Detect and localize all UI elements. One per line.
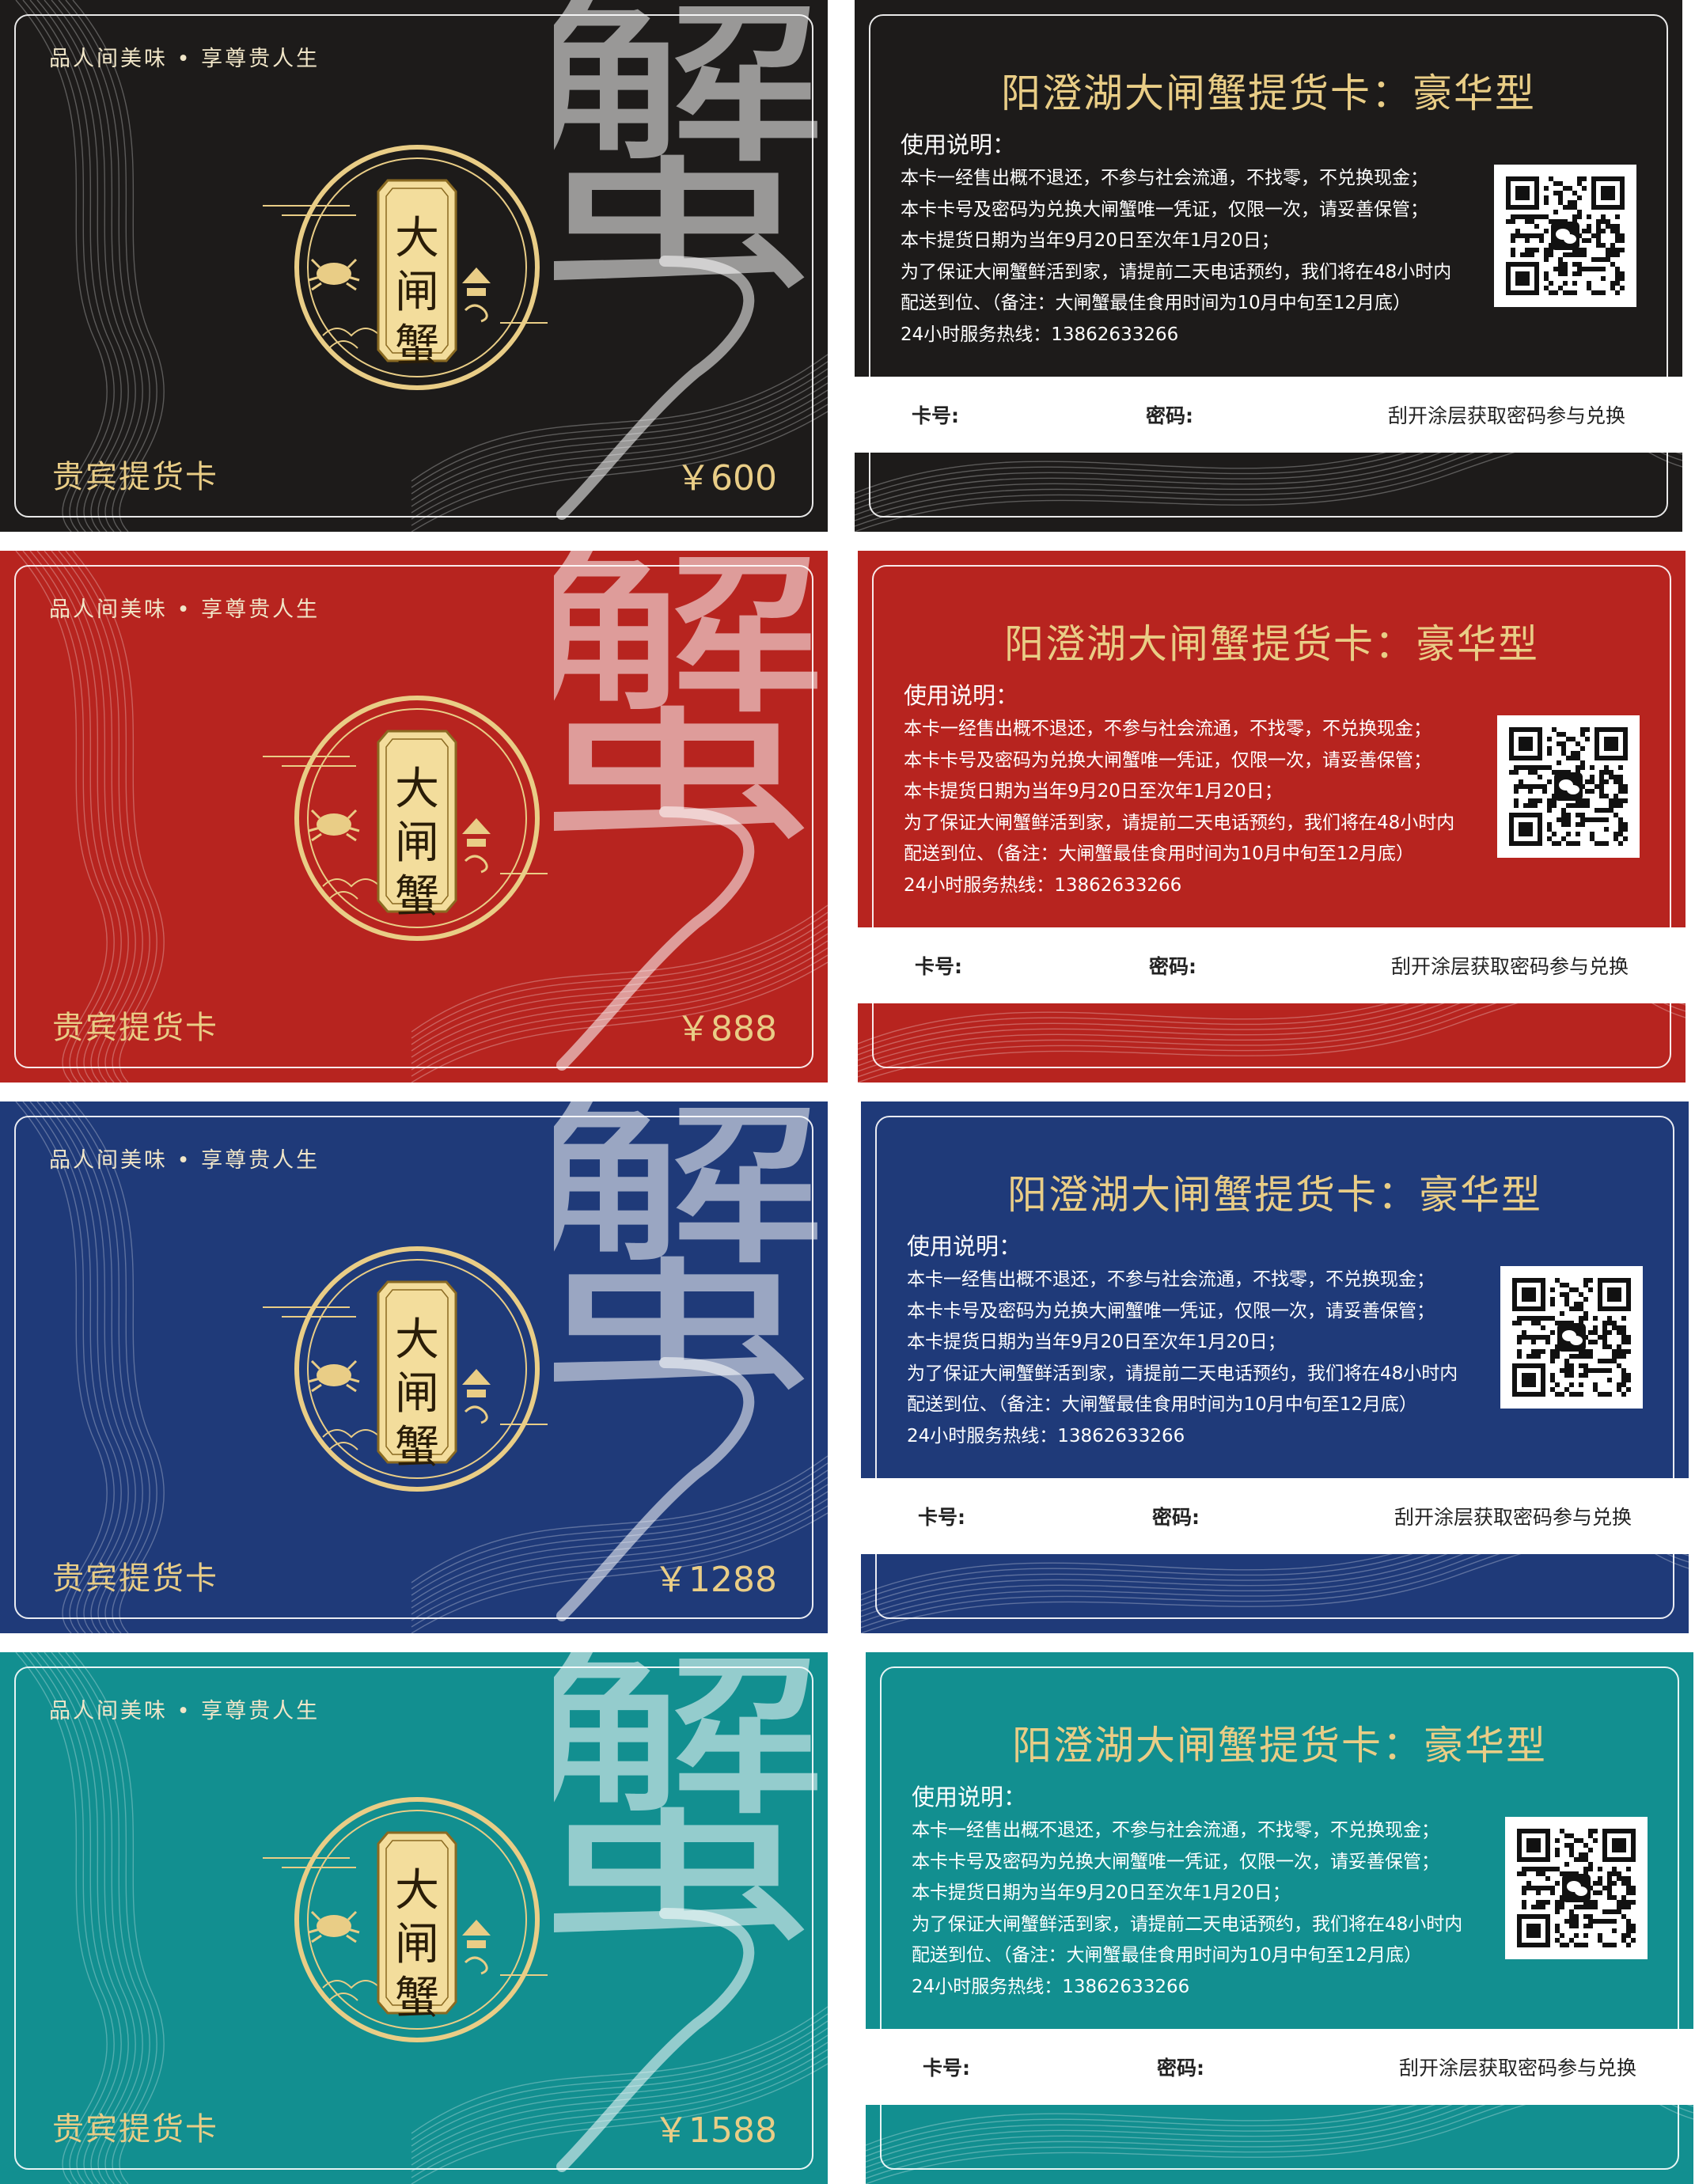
slogan: 品人间美味 • 享尊贵人生 [49, 1699, 320, 1723]
instruction-line: 24小时服务热线：13862633266 [907, 1425, 1185, 1447]
instructions-list: 本卡一经售出概不退还，不参与社会流通，不找零，不兑换现金； 本卡卡号及密码为兑换… [901, 163, 1451, 351]
instruction-line: 本卡一经售出概不退还，不参与社会流通，不找零，不兑换现金； [904, 719, 1431, 739]
back-title: 阳澄湖大闸蟹提货卡：豪华型 [1007, 1172, 1542, 1218]
instruction-line: 24小时服务热线：13862633266 [904, 874, 1182, 896]
svg-text:蟹: 蟹 [554, 1652, 828, 1989]
instructions-heading: 使用说明： [912, 1784, 1027, 1811]
password-label: 密码: [1149, 955, 1196, 978]
card-number-label: 卡号: [923, 2057, 970, 2080]
card-front-red: 品人间美味 • 享尊贵人生 大闸蟹 蟹 贵宾提货卡 ￥888 [0, 551, 828, 1083]
instruction-line: 为了保证大闸蟹鲜活到家，请提前二天电话预约，我们将在48小时内 [904, 812, 1455, 833]
emblem-character: 蟹 [395, 1973, 439, 2024]
card-row-black: 品人间美味 • 享尊贵人生 大闸蟹 蟹 贵宾提货卡 ￥600 阳澄湖大闸蟹提货卡… [0, 0, 1695, 532]
instruction-line: 本卡提货日期为当年9月20日至次年1月20日； [901, 230, 1280, 251]
instructions-list: 本卡一经售出概不退还，不参与社会流通，不找零，不兑换现金； 本卡卡号及密码为兑换… [912, 1815, 1462, 2003]
svg-text:蟹: 蟹 [554, 0, 828, 336]
card-number-label: 卡号: [912, 404, 959, 427]
instructions-heading: 使用说明： [907, 1233, 1022, 1260]
instruction-line: 配送到位、（备注：大闸蟹最佳食用时间为10月中旬至12月底） [912, 1945, 1423, 1966]
instruction-line: 本卡卡号及密码为兑换大闸蟹唯一凭证，仅限一次，请妥善保管； [912, 1851, 1439, 1872]
crab-emblem: 大闸蟹 [263, 141, 548, 402]
instruction-line: 本卡卡号及密码为兑换大闸蟹唯一凭证，仅限一次，请妥善保管； [901, 199, 1428, 220]
card-front-black: 品人间美味 • 享尊贵人生 大闸蟹 蟹 贵宾提货卡 ￥600 [0, 0, 828, 532]
instruction-line: 本卡提货日期为当年9月20日至次年1月20日； [907, 1332, 1286, 1352]
card-row-blue: 品人间美味 • 享尊贵人生 大闸蟹 蟹 贵宾提货卡 ￥1288 阳澄湖大闸蟹提货… [0, 1101, 1695, 1633]
crab-emblem: 大闸蟹 [263, 692, 548, 953]
instructions-list: 本卡一经售出概不退还，不参与社会流通，不找零，不兑换现金； 本卡卡号及密码为兑换… [904, 714, 1454, 901]
instructions-heading: 使用说明： [904, 682, 1019, 709]
card-price: ￥600 [676, 458, 777, 499]
card-label: 贵宾提货卡 [52, 2111, 218, 2148]
crab-emblem: 大闸蟹 [263, 1793, 548, 2054]
instruction-line: 本卡一经售出概不退还，不参与社会流通，不找零，不兑换现金； [912, 1820, 1439, 1841]
instruction-line: 配送到位、（备注：大闸蟹最佳食用时间为10月中旬至12月底） [904, 844, 1415, 864]
crab-emblem: 大闸蟹 [263, 1242, 548, 1503]
wechat-qr-code [1500, 1266, 1643, 1409]
card-number-label: 卡号: [915, 955, 962, 978]
scratch-hint: 刮开涂层获取密码参与兑换 [1387, 404, 1625, 427]
instruction-line: 24小时服务热线：13862633266 [912, 1976, 1190, 1997]
card-number-label: 卡号: [918, 1506, 965, 1529]
card-price: ￥1288 [654, 1560, 777, 1600]
wechat-qr-code [1505, 1817, 1648, 1959]
scratch-hint: 刮开涂层获取密码参与兑换 [1398, 2057, 1636, 2080]
wechat-qr-code [1494, 165, 1636, 307]
instruction-line: 本卡卡号及密码为兑换大闸蟹唯一凭证，仅限一次，请妥善保管； [904, 749, 1431, 771]
card-back-blue: 阳澄湖大闸蟹提货卡：豪华型 使用说明： 本卡一经售出概不退还，不参与社会流通，不… [861, 1101, 1689, 1633]
instruction-line: 本卡一经售出概不退还，不参与社会流通，不找零，不兑换现金； [901, 168, 1428, 188]
scratch-strip: 卡号: 密码: 刮开涂层获取密码参与兑换 [861, 1478, 1689, 1554]
instruction-line: 为了保证大闸蟹鲜活到家，请提前二天电话预约，我们将在48小时内 [901, 261, 1452, 282]
card-front-blue: 品人间美味 • 享尊贵人生 大闸蟹 蟹 贵宾提货卡 ￥1288 [0, 1101, 828, 1633]
slogan: 品人间美味 • 享尊贵人生 [49, 47, 320, 71]
scratch-strip: 卡号: 密码: 刮开涂层获取密码参与兑换 [866, 2029, 1693, 2105]
scratch-strip: 卡号: 密码: 刮开涂层获取密码参与兑换 [855, 377, 1682, 453]
card-back-black: 阳澄湖大闸蟹提货卡：豪华型 使用说明： 本卡一经售出概不退还，不参与社会流通，不… [855, 0, 1682, 532]
scratch-hint: 刮开涂层获取密码参与兑换 [1390, 955, 1629, 978]
card-label: 贵宾提货卡 [52, 459, 218, 495]
emblem-character: 蟹 [395, 871, 439, 923]
instruction-line: 为了保证大闸蟹鲜活到家，请提前二天电话预约，我们将在48小时内 [912, 1913, 1463, 1935]
card-label: 贵宾提货卡 [52, 1010, 218, 1046]
scratch-hint: 刮开涂层获取密码参与兑换 [1394, 1506, 1632, 1529]
slogan: 品人间美味 • 享尊贵人生 [49, 1148, 320, 1173]
instruction-line: 本卡一经售出概不退还，不参与社会流通，不找零，不兑换现金； [907, 1269, 1435, 1290]
scratch-strip: 卡号: 密码: 刮开涂层获取密码参与兑换 [858, 927, 1686, 1003]
wechat-qr-code [1497, 715, 1640, 858]
card-row-teal: 品人间美味 • 享尊贵人生 大闸蟹 蟹 贵宾提货卡 ￥1588 阳澄湖大闸蟹提货… [0, 1652, 1695, 2184]
instruction-line: 为了保证大闸蟹鲜活到家，请提前二天电话预约，我们将在48小时内 [907, 1363, 1458, 1384]
back-title: 阳澄湖大闸蟹提货卡：豪华型 [1004, 621, 1539, 667]
emblem-character: 蟹 [395, 1422, 439, 1473]
instructions-heading: 使用说明： [901, 131, 1016, 158]
card-row-red: 品人间美味 • 享尊贵人生 大闸蟹 蟹 贵宾提货卡 ￥888 阳澄湖大闸蟹提货卡… [0, 551, 1695, 1083]
instruction-line: 本卡卡号及密码为兑换大闸蟹唯一凭证，仅限一次，请妥善保管； [907, 1300, 1435, 1321]
back-title: 阳澄湖大闸蟹提货卡：豪华型 [1012, 1723, 1547, 1769]
card-price: ￥1588 [654, 2110, 777, 2151]
instruction-line: 本卡提货日期为当年9月20日至次年1月20日； [912, 1883, 1291, 1903]
card-front-teal: 品人间美味 • 享尊贵人生 大闸蟹 蟹 贵宾提货卡 ￥1588 [0, 1652, 828, 2184]
card-back-red: 阳澄湖大闸蟹提货卡：豪华型 使用说明： 本卡一经售出概不退还，不参与社会流通，不… [858, 551, 1686, 1083]
password-label: 密码: [1152, 1506, 1200, 1529]
password-label: 密码: [1146, 404, 1193, 427]
instructions-list: 本卡一经售出概不退还，不参与社会流通，不找零，不兑换现金； 本卡卡号及密码为兑换… [907, 1265, 1458, 1452]
instruction-line: 配送到位、（备注：大闸蟹最佳食用时间为10月中旬至12月底） [901, 293, 1412, 313]
back-title: 阳澄湖大闸蟹提货卡：豪华型 [1001, 70, 1536, 116]
instruction-line: 24小时服务热线：13862633266 [901, 324, 1179, 345]
card-back-teal: 阳澄湖大闸蟹提货卡：豪华型 使用说明： 本卡一经售出概不退还，不参与社会流通，不… [866, 1652, 1693, 2184]
password-label: 密码: [1157, 2057, 1204, 2080]
emblem-character: 蟹 [395, 320, 439, 372]
slogan: 品人间美味 • 享尊贵人生 [49, 597, 320, 622]
svg-text:蟹: 蟹 [554, 551, 828, 887]
svg-text:蟹: 蟹 [554, 1101, 828, 1438]
instruction-line: 配送到位、（备注：大闸蟹最佳食用时间为10月中旬至12月底） [907, 1394, 1418, 1415]
card-label: 贵宾提货卡 [52, 1560, 218, 1597]
card-price: ￥888 [676, 1009, 777, 1049]
instruction-line: 本卡提货日期为当年9月20日至次年1月20日； [904, 781, 1283, 802]
